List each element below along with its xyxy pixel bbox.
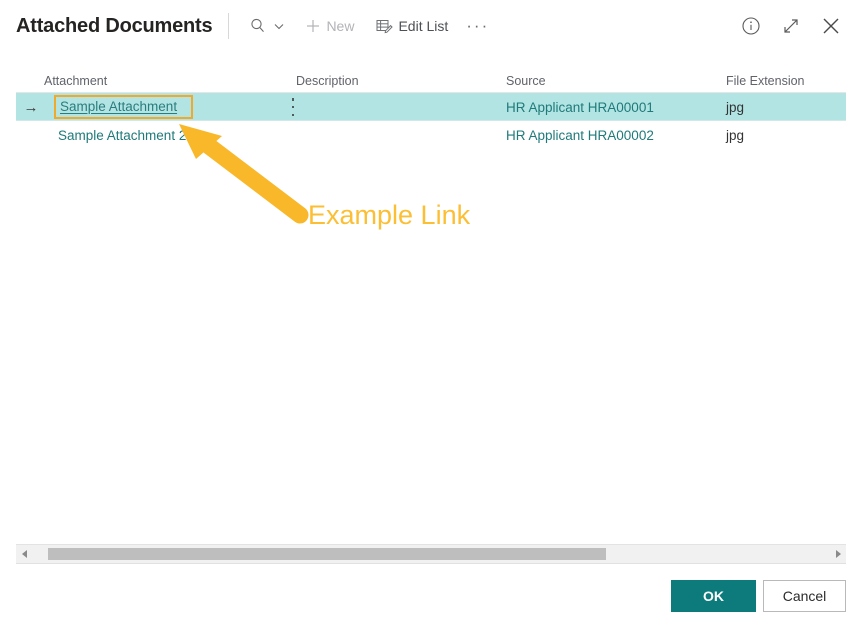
close-icon[interactable] [816, 11, 846, 41]
search-icon [249, 17, 267, 35]
column-header-attachment[interactable]: Attachment [44, 74, 107, 88]
edit-list-icon [376, 18, 393, 34]
window-actions [736, 0, 846, 52]
panel-bottom-divider [16, 563, 846, 564]
new-button-label: New [326, 18, 354, 34]
dialog-footer: OK Cancel [0, 580, 860, 622]
expand-icon[interactable] [776, 11, 806, 41]
attachment-link[interactable]: Sample Attachment [60, 99, 177, 114]
edit-list-label: Edit List [398, 18, 448, 34]
cell-source[interactable]: HR Applicant HRA00002 [506, 121, 654, 149]
cell-file-extension[interactable]: jpg [726, 93, 744, 121]
search-button[interactable] [243, 10, 291, 42]
cell-file-extension[interactable]: jpg [726, 121, 744, 149]
new-button[interactable]: New [299, 10, 360, 42]
cell-attachment-focused[interactable]: Sample Attachment [54, 95, 193, 119]
column-header-file-extension[interactable]: File Extension [726, 74, 805, 88]
plus-icon [305, 18, 321, 34]
scroll-right-arrow-icon[interactable] [830, 545, 846, 563]
column-header-description[interactable]: Description [296, 74, 359, 88]
horizontal-scrollbar[interactable] [16, 544, 846, 563]
window-title-bar: Attached Documents New [0, 0, 860, 52]
cell-attachment[interactable]: Sample Attachment 2 [58, 121, 186, 149]
table-row[interactable]: → Sample Attachment HR Applicant HRA0000… [16, 93, 846, 121]
information-icon[interactable] [736, 11, 766, 41]
page-title: Attached Documents [16, 15, 212, 38]
more-commands-button[interactable]: ··· [458, 10, 497, 42]
cancel-button[interactable]: Cancel [763, 580, 846, 612]
table-header-row: Attachment Description Source File Exten… [16, 60, 846, 93]
ok-button[interactable]: OK [671, 580, 756, 612]
edit-list-button[interactable]: Edit List [370, 10, 454, 42]
scrollbar-track[interactable] [32, 545, 830, 563]
table-row[interactable]: Sample Attachment 2 HR Applicant HRA0000… [16, 121, 846, 149]
attachments-table: Attachment Description Source File Exten… [16, 60, 846, 149]
row-options-icon[interactable] [288, 98, 298, 116]
scrollbar-thumb[interactable] [48, 548, 606, 560]
title-divider [228, 13, 229, 39]
chevron-down-icon [273, 20, 285, 32]
content-panel: Attachment Description Source File Exten… [16, 60, 846, 563]
cell-source[interactable]: HR Applicant HRA00001 [506, 93, 654, 121]
row-indicator-icon: → [20, 93, 42, 121]
column-header-source[interactable]: Source [506, 74, 546, 88]
scroll-left-arrow-icon[interactable] [16, 545, 32, 563]
